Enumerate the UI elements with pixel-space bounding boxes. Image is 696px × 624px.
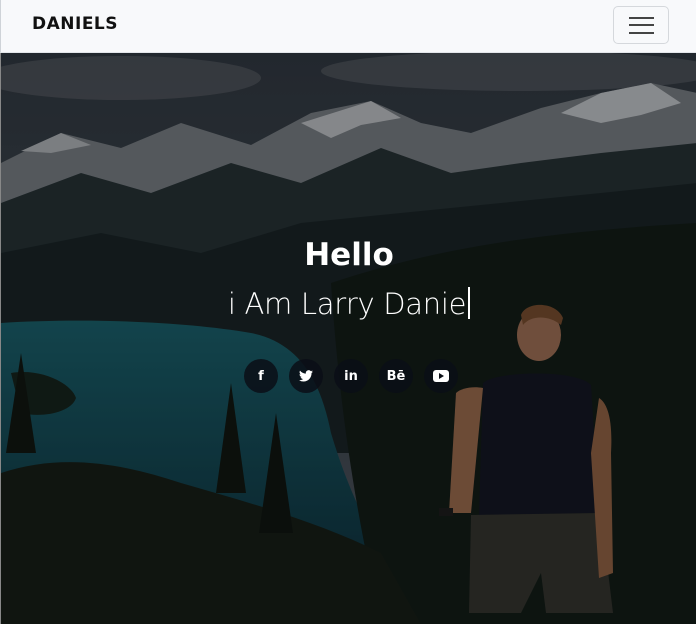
hamburger-menu-icon xyxy=(629,17,654,19)
navbar-toggle-button[interactable] xyxy=(613,6,669,44)
hero-subtitle: i Am Larry Danie xyxy=(1,287,696,321)
behance-icon[interactable]: Bē xyxy=(379,359,413,393)
navbar: DANIELS xyxy=(0,0,696,53)
hero-section: Hello i Am Larry Danie f in Bē xyxy=(0,53,696,624)
typing-cursor xyxy=(468,287,471,319)
youtube-icon[interactable] xyxy=(424,359,458,393)
hero-greeting: Hello xyxy=(304,237,394,273)
social-links: f in Bē xyxy=(244,359,460,393)
typed-text: i Am Larry Danie xyxy=(227,287,467,321)
hero-overlay xyxy=(1,53,696,624)
twitter-icon[interactable] xyxy=(289,359,323,393)
brand-logo[interactable]: DANIELS xyxy=(32,14,118,34)
facebook-icon[interactable]: f xyxy=(244,359,278,393)
linkedin-icon[interactable]: in xyxy=(334,359,368,393)
